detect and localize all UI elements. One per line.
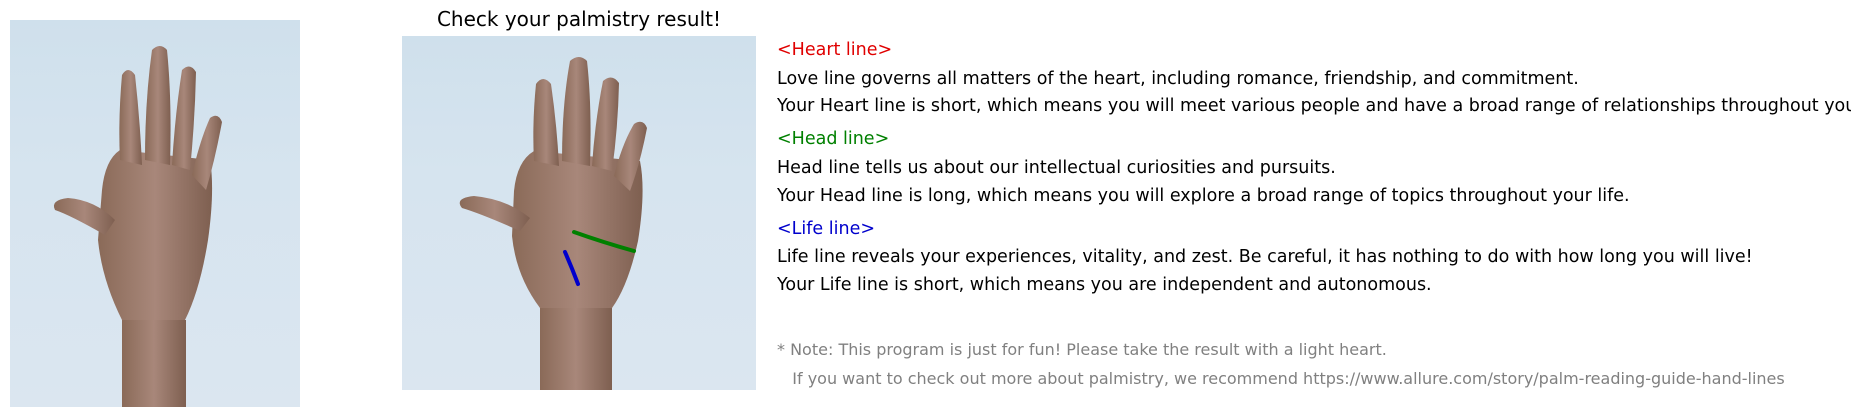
heart-line-description: Love line governs all matters of the hea… — [777, 69, 1579, 89]
head-line-header: <Head line> — [777, 129, 890, 149]
note-disclaimer: * Note: This program is just for fun! Pl… — [777, 340, 1387, 359]
head-line-description: Head line tells us about our intellectua… — [777, 158, 1336, 178]
life-line-description: Life line reveals your experiences, vita… — [777, 247, 1753, 267]
hand-shape — [53, 46, 222, 407]
life-line-verdict: Your Life line is short, which means you… — [777, 275, 1432, 295]
page-title: Check your palmistry result! — [436, 7, 722, 31]
life-line-header: <Life line> — [777, 219, 876, 239]
hand-shape — [459, 57, 647, 390]
head-line-verdict: Your Head line is long, which means you … — [777, 186, 1630, 206]
heart-line-header: <Heart line> — [777, 40, 893, 60]
heart-line-verdict: Your Heart line is short, which means yo… — [777, 96, 1851, 116]
original-hand-image — [10, 20, 300, 407]
annotated-hand-image — [402, 36, 756, 390]
note-reference: If you want to check out more about palm… — [777, 369, 1785, 388]
